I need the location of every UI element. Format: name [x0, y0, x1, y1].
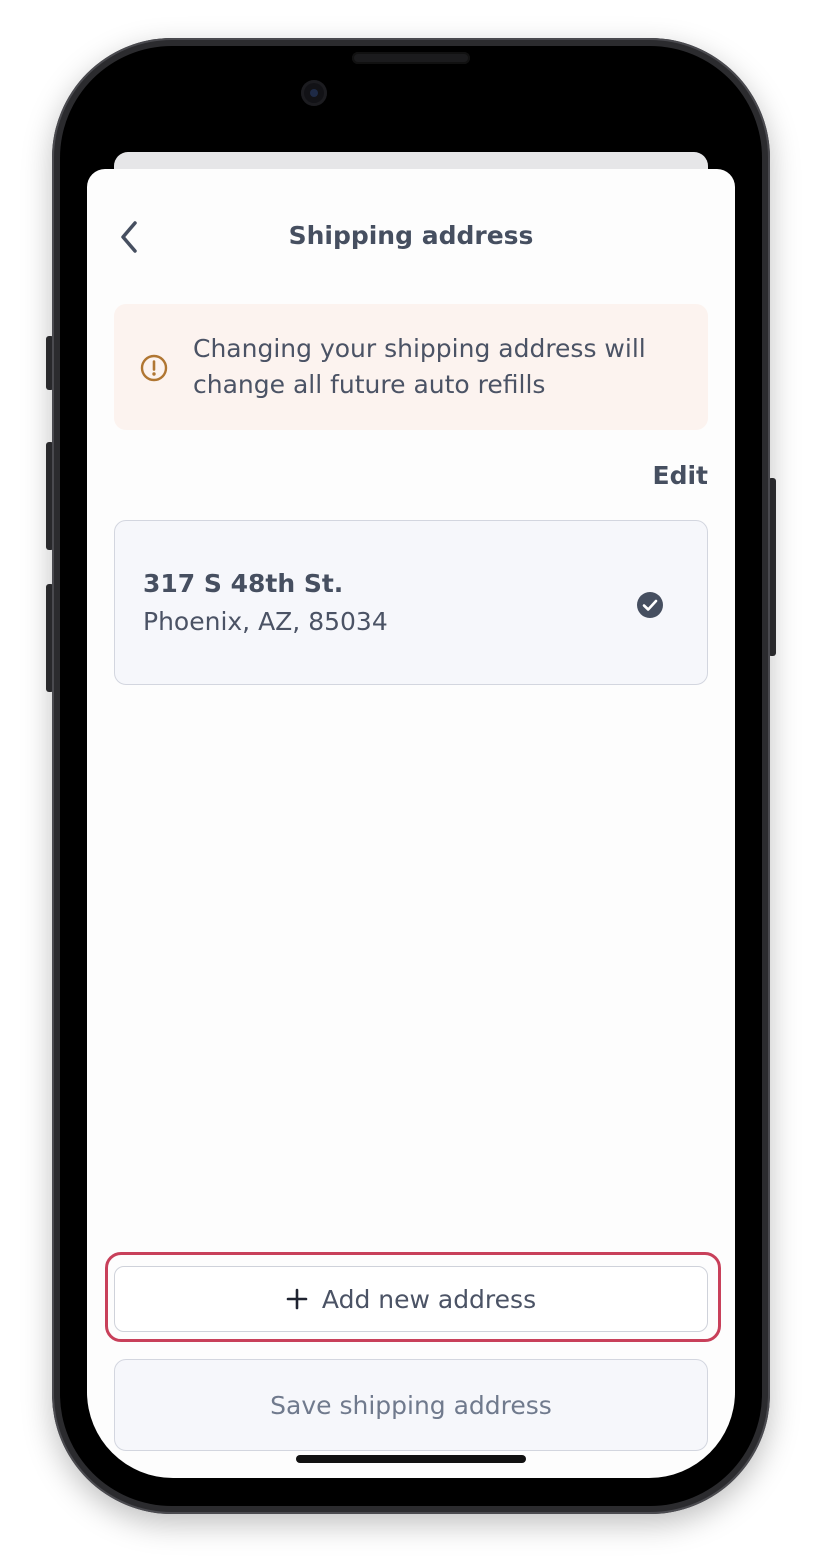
home-indicator	[296, 1455, 526, 1463]
exclamation-circle-icon	[140, 354, 168, 382]
add-new-address-button[interactable]: Add new address	[114, 1266, 708, 1332]
page-title: Shipping address	[288, 221, 534, 250]
edit-link[interactable]: Edit	[653, 461, 709, 490]
notice-text: Changing your shipping address will chan…	[193, 334, 646, 399]
check-circle-icon	[637, 592, 663, 618]
earpiece-speaker	[352, 52, 470, 64]
header: Shipping address	[87, 209, 735, 265]
address-card[interactable]: 317 S 48th St. Phoenix, AZ, 85034	[114, 520, 708, 685]
address-street: 317 S 48th St.	[143, 569, 344, 598]
add-new-address-label: Add new address	[321, 1284, 537, 1314]
save-shipping-address-label: Save shipping address	[270, 1390, 552, 1420]
save-shipping-address-button[interactable]: Save shipping address	[114, 1359, 708, 1451]
plus-icon	[286, 1288, 308, 1310]
address-city-state-zip: Phoenix, AZ, 85034	[143, 607, 388, 636]
shipping-address-sheet: Shipping address Changing your shipping …	[87, 169, 735, 1478]
front-camera	[301, 80, 327, 106]
